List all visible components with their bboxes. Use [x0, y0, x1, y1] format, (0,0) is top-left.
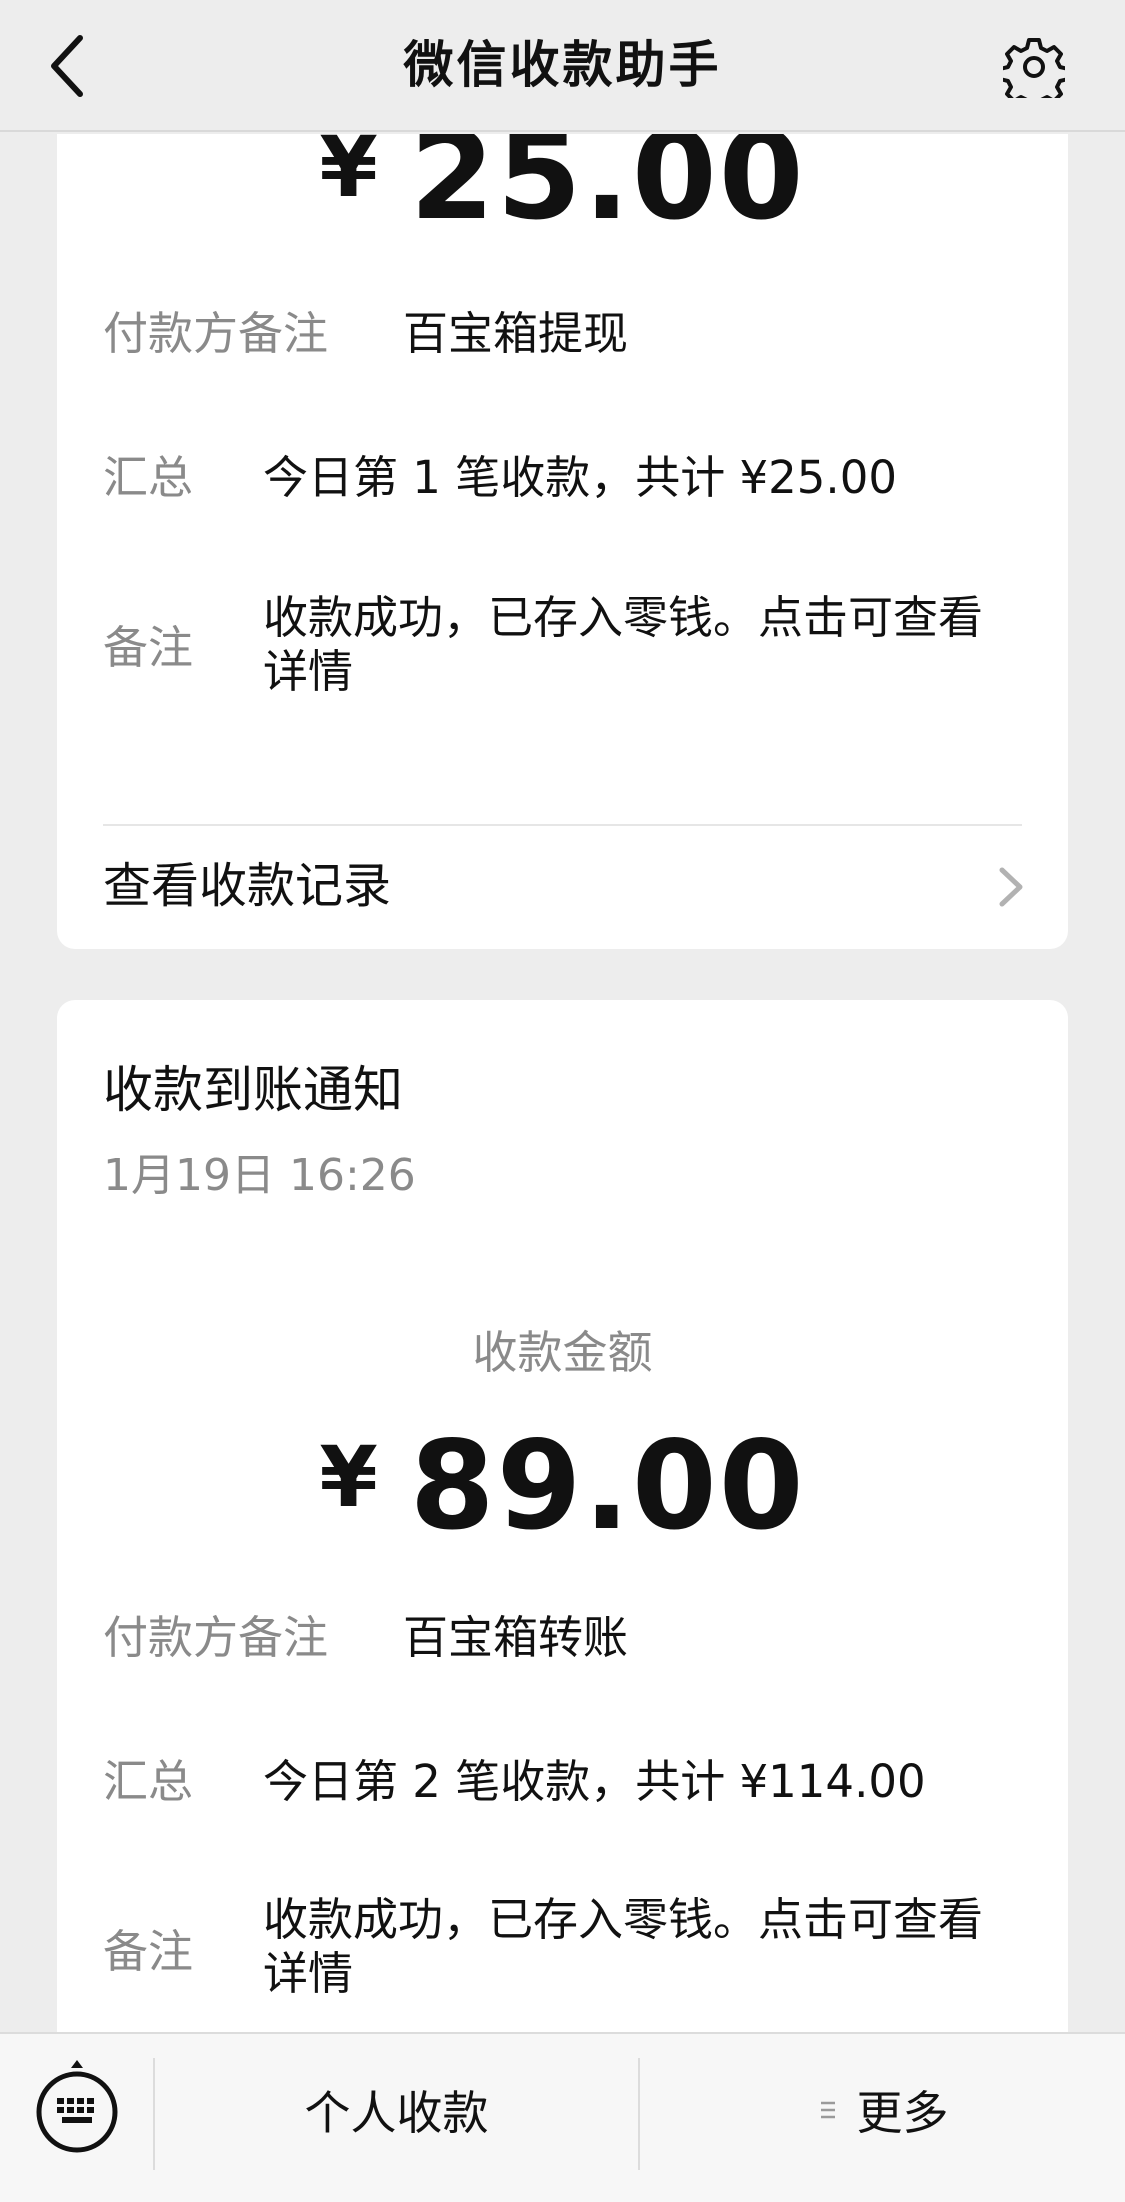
- nav-bar: 微信收款助手: [0, 0, 1125, 132]
- remark-line-2: 详情: [263, 1947, 354, 2000]
- remark-line-2: 详情: [263, 645, 354, 698]
- payment-notice-card[interactable]: 收款到账通知 1月19日 16:26 收款金额 ¥89.00 付款方备注 百宝箱…: [57, 1000, 1068, 2032]
- gear-icon[interactable]: [1003, 36, 1065, 98]
- amount-value: 89.00: [409, 1415, 806, 1557]
- summary-value: 今日第 1 笔收款，共计 ¥25.00: [263, 451, 897, 504]
- currency-symbol: ¥: [319, 1428, 380, 1526]
- payment-notice-card[interactable]: ¥25.00 付款方备注 百宝箱提现 汇总 今日第 1 笔收款，共计 ¥25.0…: [57, 134, 1068, 949]
- amount-label: 收款金额: [472, 1326, 653, 1379]
- payer-note-value: 百宝箱提现: [403, 307, 629, 360]
- summary-label: 汇总: [103, 1755, 194, 1808]
- payer-note-value: 百宝箱转账: [403, 1611, 629, 1664]
- keyboard-icon[interactable]: [32, 2056, 122, 2156]
- bottom-menu-bar: 个人收款 更多: [0, 2032, 1125, 2202]
- amount: ¥89.00: [57, 1412, 1068, 1551]
- amount-value: 25.00: [409, 134, 806, 247]
- summary-value: 今日第 2 笔收款，共计 ¥114.00: [263, 1755, 926, 1808]
- view-records-button[interactable]: 查看收款记录: [57, 826, 1068, 946]
- notice-time: 1月19日 16:26: [103, 1150, 416, 1201]
- currency-symbol: ¥: [319, 134, 380, 216]
- payer-note-label: 付款方备注: [103, 307, 329, 360]
- remark-line-1: 收款成功，已存入零钱。点击可查看: [263, 1893, 984, 1946]
- remark-label: 备注: [103, 621, 194, 674]
- amount: ¥25.00: [57, 134, 1068, 241]
- message-list[interactable]: ¥25.00 付款方备注 百宝箱提现 汇总 今日第 1 笔收款，共计 ¥25.0…: [0, 134, 1125, 2032]
- notice-title: 收款到账通知: [103, 1061, 403, 1119]
- more-button[interactable]: 更多: [640, 2060, 1125, 2160]
- remark-label: 备注: [103, 1925, 194, 1978]
- chevron-right-icon: [999, 867, 1023, 907]
- remark-line-1: 收款成功，已存入零钱。点击可查看: [263, 591, 984, 644]
- summary-label: 汇总: [103, 451, 194, 504]
- screen: 微信收款助手 ¥25.00 付款方备注 百宝箱提现 汇总 今日第 1 笔收款，共…: [0, 0, 1125, 2202]
- view-records-label: 查看收款记录: [103, 858, 392, 914]
- menu-lines-icon: [820, 2101, 835, 2119]
- page-title: 微信收款助手: [403, 36, 722, 94]
- more-label: 更多: [856, 2086, 949, 2140]
- personal-collect-label: 个人收款: [304, 2086, 489, 2140]
- payer-note-label: 付款方备注: [103, 1611, 329, 1664]
- personal-collect-button[interactable]: 个人收款: [155, 2060, 638, 2160]
